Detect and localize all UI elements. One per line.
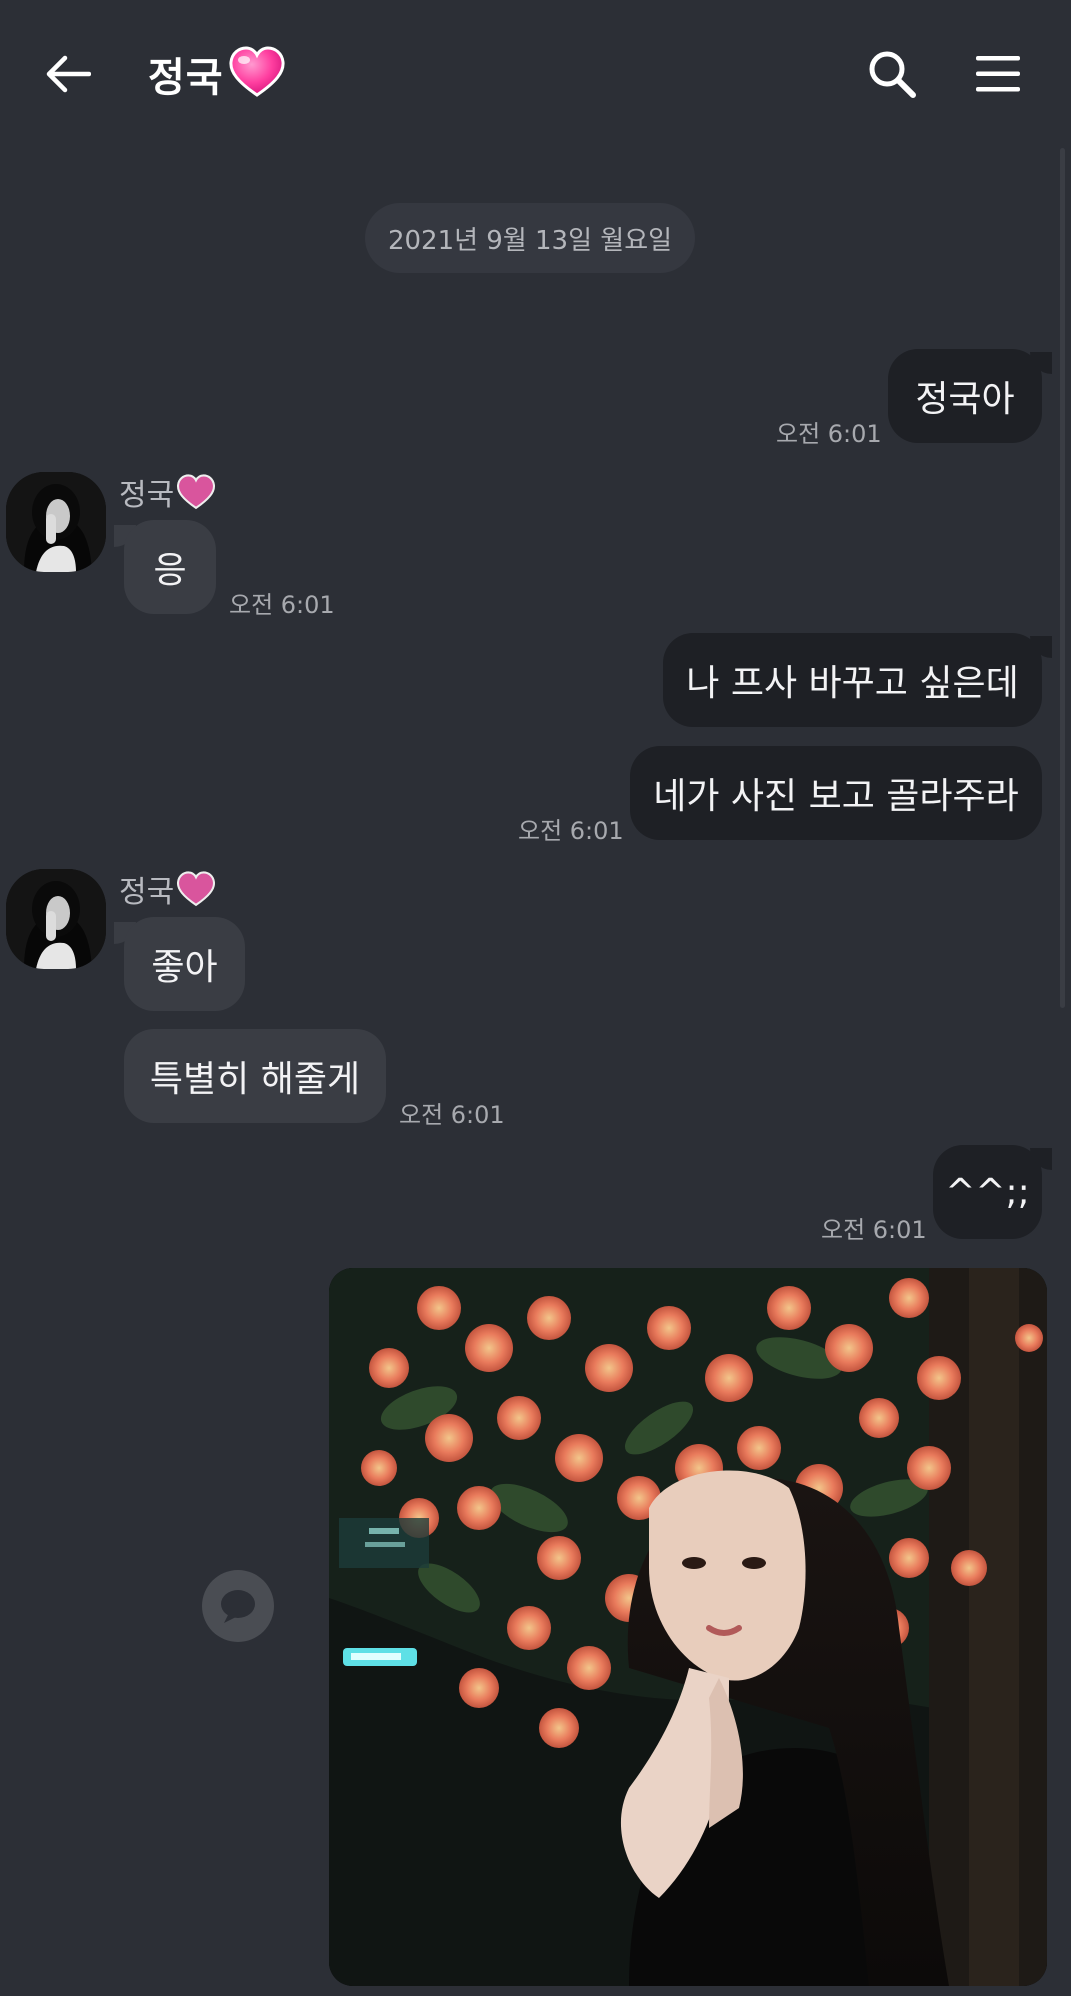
hamburger-menu-icon [976, 56, 1020, 92]
sender-name-text: 정국 [119, 478, 175, 513]
chat-title-text: 정국 [148, 55, 224, 101]
menu-button[interactable] [968, 44, 1028, 104]
avatar-photo [6, 869, 106, 969]
message-time: 오전 6:01 [776, 420, 882, 448]
chat-screen: 정국 2021년 9월 13일 월요일 정국아 오전 6:01 정국 응 오전 … [0, 0, 1071, 1996]
scrollbar[interactable] [1060, 148, 1065, 1008]
my-message-bubble[interactable]: ^^;; [933, 1145, 1042, 1239]
their-message-bubble[interactable]: 응 [124, 520, 216, 614]
heart-icon [177, 871, 216, 907]
avatar[interactable] [6, 869, 106, 969]
date-divider: 2021년 9월 13일 월요일 [365, 203, 695, 273]
sender-name-text: 정국 [119, 875, 175, 910]
my-message-bubble[interactable]: 네가 사진 보고 골라주라 [630, 746, 1042, 840]
their-message-bubble[interactable]: 좋아 [124, 917, 245, 1011]
their-message-bubble[interactable]: 특별히 해줄게 [124, 1029, 386, 1123]
share-button[interactable] [202, 1570, 274, 1642]
my-message-bubble[interactable]: 정국아 [888, 349, 1042, 443]
heart-icon [177, 474, 216, 510]
sender-name: 정국 [119, 470, 216, 514]
photo-message[interactable] [329, 1268, 1047, 1986]
heart-icon [228, 46, 286, 102]
message-time: 오전 6:01 [229, 591, 335, 619]
my-message-bubble[interactable]: 나 프사 바꾸고 싶은데 [663, 633, 1042, 727]
back-button[interactable] [38, 44, 98, 104]
arrow-left-icon [46, 55, 91, 93]
message-time: 오전 6:01 [518, 817, 624, 845]
search-icon [869, 51, 916, 98]
message-time: 오전 6:01 [821, 1216, 927, 1244]
sender-name: 정국 [119, 867, 216, 911]
search-button[interactable] [862, 44, 922, 104]
message-time: 오전 6:01 [399, 1101, 505, 1129]
chat-header: 정국 [0, 0, 1071, 148]
photo-image [329, 1268, 1047, 1986]
chat-title: 정국 [148, 46, 286, 102]
speech-bubble-icon [221, 1590, 255, 1623]
avatar[interactable] [6, 472, 106, 572]
avatar-photo [6, 472, 106, 572]
